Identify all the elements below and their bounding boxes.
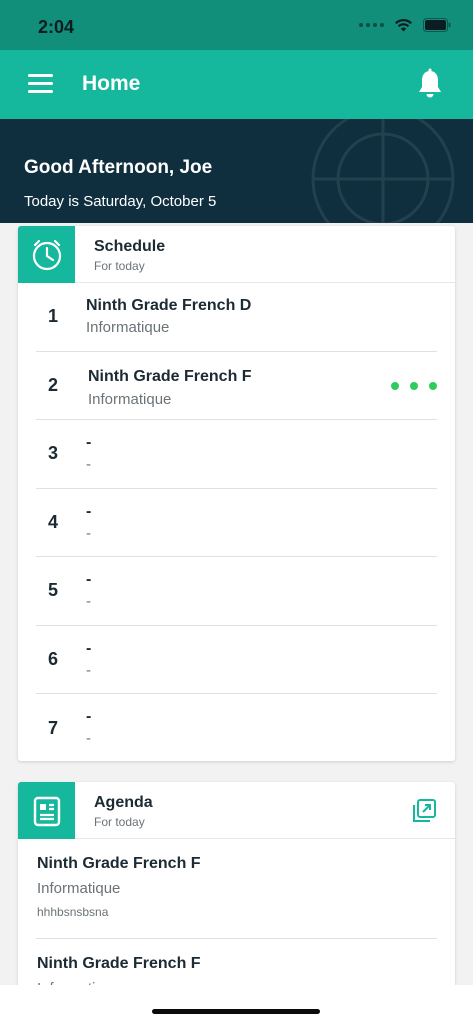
- period-number: 2: [48, 374, 59, 395]
- period-number: 5: [48, 580, 59, 601]
- greeting-text: Good Afternoon, Joe: [24, 157, 213, 178]
- agenda-subtitle: For today: [94, 815, 145, 829]
- agenda-card-header: Agenda For today: [18, 782, 455, 839]
- agenda-icon: [18, 782, 75, 839]
- period-room: -: [86, 730, 91, 747]
- period-class-name: -: [86, 434, 92, 451]
- home-indicator-area: [0, 985, 473, 1024]
- hamburger-menu-icon[interactable]: [28, 74, 54, 94]
- agenda-note: hhhbsnsbsna: [37, 905, 109, 919]
- period-room: -: [86, 524, 91, 542]
- agenda-room: Informatique: [37, 880, 121, 897]
- period-class-name: -: [86, 571, 92, 588]
- battery-icon: [423, 18, 451, 32]
- schedule-period[interactable]: 6 - -: [36, 626, 437, 694]
- period-room: -: [86, 661, 91, 679]
- agenda-card: Agenda For today Ninth Grade French F In…: [18, 782, 455, 992]
- greeting-banner: Good Afternoon, Joe Today is Saturday, O…: [0, 119, 473, 223]
- agenda-item[interactable]: Ninth Grade French F Informatique hhhbsn…: [36, 839, 437, 939]
- period-number: 4: [48, 511, 59, 532]
- schedule-period[interactable]: 4 - -: [36, 489, 437, 557]
- schedule-period[interactable]: 5 - -: [36, 557, 437, 626]
- cellular-signal-icon: [359, 23, 384, 27]
- period-number: 6: [48, 648, 59, 669]
- period-room: -: [86, 456, 91, 473]
- banner-decoration: [311, 119, 455, 223]
- home-indicator[interactable]: [152, 1009, 320, 1014]
- period-room: Informatique: [88, 390, 172, 408]
- status-icons: [359, 18, 451, 32]
- schedule-title: Schedule: [94, 238, 166, 255]
- period-class-name: Ninth Grade French D: [86, 297, 252, 314]
- schedule-period[interactable]: 1 Ninth Grade French D Informatique: [36, 283, 437, 352]
- agenda-class-name: Ninth Grade French F: [37, 855, 201, 872]
- status-bar: 2:04: [0, 0, 473, 50]
- schedule-period-current[interactable]: 2 Ninth Grade French F Informatique: [36, 352, 437, 420]
- period-number: 3: [48, 443, 59, 464]
- period-class-name: -: [86, 502, 92, 520]
- schedule-period[interactable]: 3 - -: [36, 420, 437, 489]
- wifi-icon: [395, 19, 412, 32]
- period-room: Informatique: [86, 319, 170, 336]
- bell-icon[interactable]: [415, 68, 445, 100]
- schedule-subtitle: For today: [94, 259, 145, 273]
- period-number: 1: [48, 306, 59, 327]
- period-room: -: [86, 593, 91, 610]
- schedule-card-header: Schedule For today: [18, 226, 455, 283]
- clock-icon: [18, 226, 75, 283]
- schedule-period[interactable]: 7 - -: [36, 694, 437, 761]
- schedule-card: Schedule For today 1 Ninth Grade French …: [18, 226, 455, 761]
- period-class-name: -: [86, 639, 92, 657]
- period-class-name: -: [86, 708, 92, 725]
- period-number: 7: [48, 717, 59, 738]
- period-class-name: Ninth Grade French F: [88, 367, 252, 385]
- agenda-title: Agenda: [94, 794, 153, 811]
- date-text: Today is Saturday, October 5: [24, 193, 217, 210]
- open-external-icon[interactable]: [411, 798, 437, 824]
- agenda-class-name: Ninth Grade French F: [37, 955, 201, 972]
- in-progress-indicator-icon: [391, 381, 437, 390]
- page-title: Home: [82, 72, 141, 95]
- status-time: 2:04: [38, 17, 75, 37]
- app-bar: Home: [0, 50, 473, 119]
